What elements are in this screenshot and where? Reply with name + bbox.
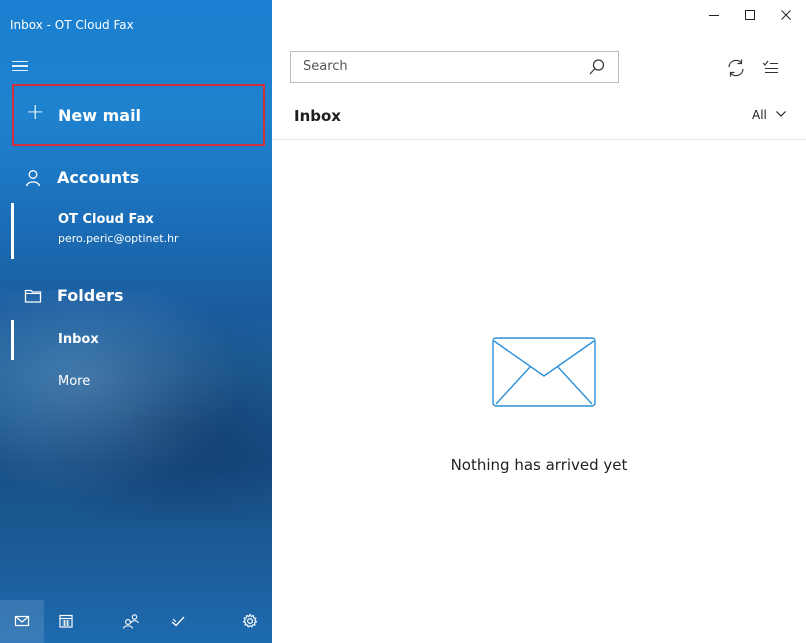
accounts-label: Accounts [57,168,140,187]
new-mail-button[interactable]: + New mail [12,84,265,146]
window-title: Inbox - OT Cloud Fax [10,18,134,32]
selection-indicator [11,320,14,360]
divider [272,139,806,140]
filter-dropdown[interactable]: All [752,108,787,122]
filter-label: All [752,108,767,122]
search-input[interactable]: Search [290,51,619,83]
folders-header[interactable]: Folders [0,278,272,314]
selection-mode-button[interactable] [756,54,784,82]
account-name: OT Cloud Fax [58,212,154,227]
settings-nav-button[interactable] [228,600,272,643]
envelope-icon [492,337,596,407]
calendar-icon [59,614,73,628]
plus-icon: + [26,100,45,125]
sync-button[interactable] [722,54,750,82]
new-mail-label: New mail [58,106,142,125]
close-button[interactable] [768,0,804,30]
maximize-icon [745,10,755,20]
search-icon[interactable] [588,58,606,76]
todo-icon [171,616,185,627]
accounts-header[interactable]: Accounts [0,160,272,196]
mail-nav-button[interactable] [0,600,44,643]
calendar-nav-button[interactable] [44,600,88,643]
person-icon [25,170,41,187]
chevron-down-icon [775,111,786,117]
mail-icon [14,615,30,627]
navigation-pane: Inbox - OT Cloud Fax + New mail Accounts… [0,0,272,643]
close-icon [781,10,791,20]
message-list-pane: Search Inbox All Nothing has arrived yet [272,0,806,643]
bottom-nav-bar [0,600,272,643]
people-icon [122,614,140,629]
todo-nav-button[interactable] [156,600,200,643]
empty-state-message: Nothing has arrived yet [450,456,628,474]
selection-indicator [11,203,14,259]
maximize-button[interactable] [732,0,768,30]
settings-icon [242,613,258,628]
checklist-icon [762,60,778,74]
account-item[interactable]: OT Cloud Fax pero.peric@optinet.hr [0,203,272,259]
people-nav-button[interactable] [108,600,152,643]
folder-label: Inbox [58,332,99,347]
account-email: pero.peric@optinet.hr [58,232,179,245]
folder-icon [24,289,42,303]
hamburger-menu-icon[interactable] [10,58,30,74]
sync-icon [728,59,744,77]
folders-label: Folders [57,286,124,305]
list-title: Inbox [294,107,341,125]
search-placeholder: Search [303,59,348,74]
folder-item-inbox[interactable]: Inbox [0,320,272,360]
minimize-icon [709,15,719,16]
folder-label: More [58,374,91,389]
folder-item-more[interactable]: More [0,362,272,402]
minimize-button[interactable] [696,0,732,30]
